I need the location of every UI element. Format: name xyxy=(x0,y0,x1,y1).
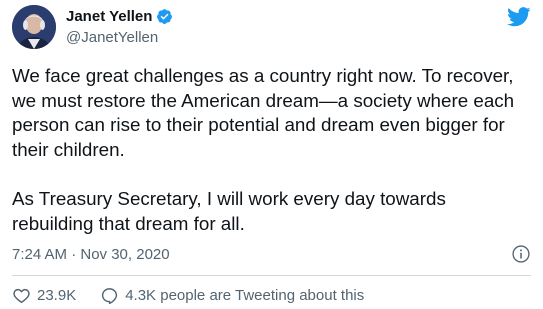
like-button[interactable]: 23.9K xyxy=(12,286,76,305)
author-name[interactable]: Janet Yellen xyxy=(66,7,152,27)
author-handle[interactable]: @JanetYellen xyxy=(66,28,173,48)
conversation-link[interactable]: 4.3K people are Tweeting about this xyxy=(100,286,364,305)
tweet-card: Janet Yellen @JanetYellen We face great … xyxy=(0,0,543,309)
conversation-text: 4.3K people are Tweeting about this xyxy=(125,286,365,304)
tweet-timestamp[interactable]: 7:24 AM · Nov 30, 2020 xyxy=(12,246,170,263)
avatar[interactable] xyxy=(12,5,56,49)
tweet-text: We face great challenges as a country ri… xyxy=(12,65,515,234)
avatar-portrait xyxy=(12,5,56,49)
info-icon[interactable] xyxy=(511,244,531,264)
speech-bubble-icon xyxy=(102,287,118,304)
tweet-header: Janet Yellen @JanetYellen xyxy=(12,5,173,49)
tweet-actions: 23.9K 4.3K people are Tweeting about thi… xyxy=(12,284,364,306)
tweet-meta: 7:24 AM · Nov 30, 2020 xyxy=(12,242,531,266)
author-info: Janet Yellen @JanetYellen xyxy=(66,7,173,48)
heart-icon xyxy=(13,288,30,303)
divider xyxy=(12,275,531,276)
verified-badge-icon xyxy=(157,9,173,24)
twitter-bird-icon[interactable] xyxy=(507,7,531,27)
like-count: 23.9K xyxy=(37,286,77,304)
author-name-row: Janet Yellen xyxy=(66,7,173,27)
